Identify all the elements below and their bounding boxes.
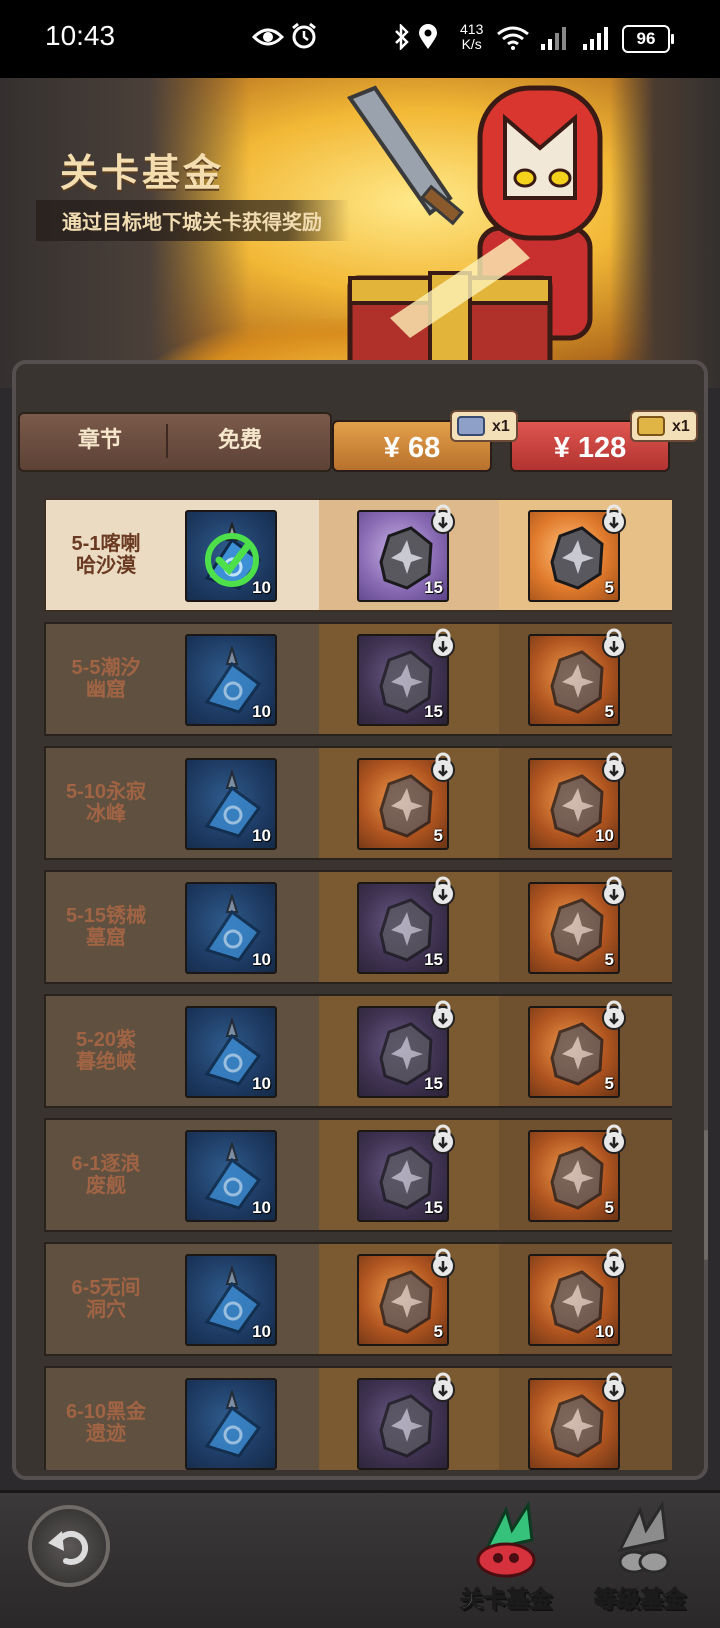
lock-icon <box>430 1248 456 1278</box>
table-row[interactable]: 5-10永寂 冰峰 10 5 10 <box>44 746 672 860</box>
nav-level-fund[interactable]: 等级基金 <box>580 1500 700 1615</box>
lock-icon <box>601 504 627 534</box>
header-divider <box>166 424 168 458</box>
reward-count: 15 <box>424 1198 443 1217</box>
stage-label: 6-1逐浪 废舰 <box>71 1153 141 1197</box>
reward-count: 5 <box>433 826 443 845</box>
free-reward-item[interactable]: 10 <box>185 758 277 850</box>
reward-count: 10 <box>252 578 271 597</box>
lock-icon <box>430 1000 456 1030</box>
reward-count: 10 <box>252 950 271 969</box>
reward-count: 5 <box>604 578 614 597</box>
reward-count: 5 <box>604 1074 614 1093</box>
free-reward-item[interactable]: 10 <box>185 882 277 974</box>
level-fund-icon <box>617 1500 670 1574</box>
bonus-count-128: x1 <box>672 418 690 435</box>
reward-count: 10 <box>252 1322 271 1341</box>
lock-icon <box>601 1372 627 1402</box>
table-row[interactable]: 5-1喀喇 哈沙漠 10 15 5 <box>44 498 672 612</box>
reward-count: 15 <box>424 950 443 969</box>
bonus-tag-128: x1 <box>630 410 698 442</box>
lock-icon <box>601 876 627 906</box>
lock-icon <box>430 1372 456 1402</box>
stage-label: 5-1喀喇 哈沙漠 <box>71 533 141 577</box>
nav-stage-fund-label: 关卡基金 <box>460 1586 553 1613</box>
battery-indicator: 96 <box>622 25 674 53</box>
reward-count: 10 <box>595 1322 614 1341</box>
free-reward-item[interactable] <box>185 1378 277 1470</box>
table-row[interactable]: 5-15锈械 墓窟 10 15 5 <box>44 870 672 984</box>
lock-icon <box>601 1124 627 1154</box>
stage-label: 5-15锈械 墓窟 <box>65 905 147 949</box>
reward-count: 10 <box>252 826 271 845</box>
free-reward-item[interactable]: 10 <box>185 1130 277 1222</box>
reward-count: 15 <box>424 702 443 721</box>
stage-label: 5-5潮汐 幽窟 <box>71 657 141 701</box>
reward-list[interactable]: 5-1喀喇 哈沙漠 10 15 5 5-5潮汐 幽窟 10 15 5 5-10永寂 冰峰 10 5 10 5-… <box>44 498 672 1470</box>
lock-icon <box>601 752 627 782</box>
network-speed-value: 413 <box>460 21 484 37</box>
bonus-count-68: x1 <box>492 418 510 435</box>
bluetooth-icon <box>395 24 409 50</box>
stage-label: 6-5无间 洞穴 <box>71 1277 141 1321</box>
table-row[interactable]: 6-10黑金 遗迹 <box>44 1366 672 1470</box>
free-reward-item[interactable]: 10 <box>185 1006 277 1098</box>
lock-icon <box>601 1248 627 1278</box>
back-button[interactable] <box>28 1505 110 1587</box>
table-row[interactable]: 6-1逐浪 废舰 10 15 5 <box>44 1118 672 1232</box>
nav-stage-fund[interactable]: 关卡基金 <box>446 1500 566 1615</box>
lock-icon <box>430 504 456 534</box>
reward-count: 5 <box>433 1322 443 1341</box>
reward-count: 5 <box>604 1198 614 1217</box>
network-speed: 413 K/s <box>460 22 483 52</box>
table-row[interactable]: 6-5无间 洞穴 10 5 10 <box>44 1242 672 1356</box>
network-speed-unit: K/s <box>461 36 482 52</box>
location-icon <box>419 24 437 49</box>
header-chapter: 章节 <box>77 427 122 452</box>
reward-count: 10 <box>252 1074 271 1093</box>
lock-icon <box>430 1124 456 1154</box>
table-row[interactable]: 5-20紫 暮绝峡 10 15 5 <box>44 994 672 1108</box>
scrollbar[interactable] <box>704 1130 708 1260</box>
stage-fund-icon <box>476 1500 536 1578</box>
signal-icon-1 <box>541 27 566 50</box>
signal-icon-2 <box>583 27 608 50</box>
status-time: 10:43 <box>45 20 116 51</box>
silver-chest-icon <box>457 416 485 436</box>
table-row[interactable]: 5-5潮汐 幽窟 10 15 5 <box>44 622 672 736</box>
alarm-icon <box>292 22 316 49</box>
nav-level-fund-label: 等级基金 <box>594 1586 687 1613</box>
stage-label: 6-10黑金 遗迹 <box>65 1401 147 1445</box>
lock-icon <box>430 752 456 782</box>
reward-count: 10 <box>595 826 614 845</box>
bonus-tag-68: x1 <box>450 410 518 442</box>
reward-count: 15 <box>424 1074 443 1093</box>
stage-label: 5-10永寂 冰峰 <box>65 781 147 825</box>
eye-icon <box>252 28 284 46</box>
lock-icon <box>430 876 456 906</box>
knight-illustration <box>346 85 603 371</box>
gold-chest-icon <box>637 416 665 436</box>
lock-icon <box>601 628 627 658</box>
wifi-icon <box>497 26 529 50</box>
reward-count: 10 <box>252 702 271 721</box>
reward-count: 5 <box>604 702 614 721</box>
reward-count: 5 <box>604 950 614 969</box>
lock-icon <box>601 1000 627 1030</box>
free-reward-item[interactable]: 10 <box>185 1254 277 1346</box>
fund-banner: 关卡基金 通过目标地下城关卡获得奖励 <box>0 78 720 388</box>
stage-label: 5-20紫 暮绝峡 <box>75 1029 137 1073</box>
banner-subtitle: 通过目标地下城关卡获得奖励 <box>36 200 350 241</box>
banner-title: 关卡基金 <box>60 153 225 195</box>
lock-icon <box>430 628 456 658</box>
reward-count: 10 <box>252 1198 271 1217</box>
header-free: 免费 <box>217 427 262 452</box>
back-arrow-icon <box>48 1531 89 1565</box>
status-bar: 10:43 413 K/s 96 <box>0 0 720 78</box>
free-reward-item[interactable]: 10 <box>185 634 277 726</box>
reward-count: 15 <box>424 578 443 597</box>
free-reward-item[interactable]: 10 <box>185 510 277 602</box>
